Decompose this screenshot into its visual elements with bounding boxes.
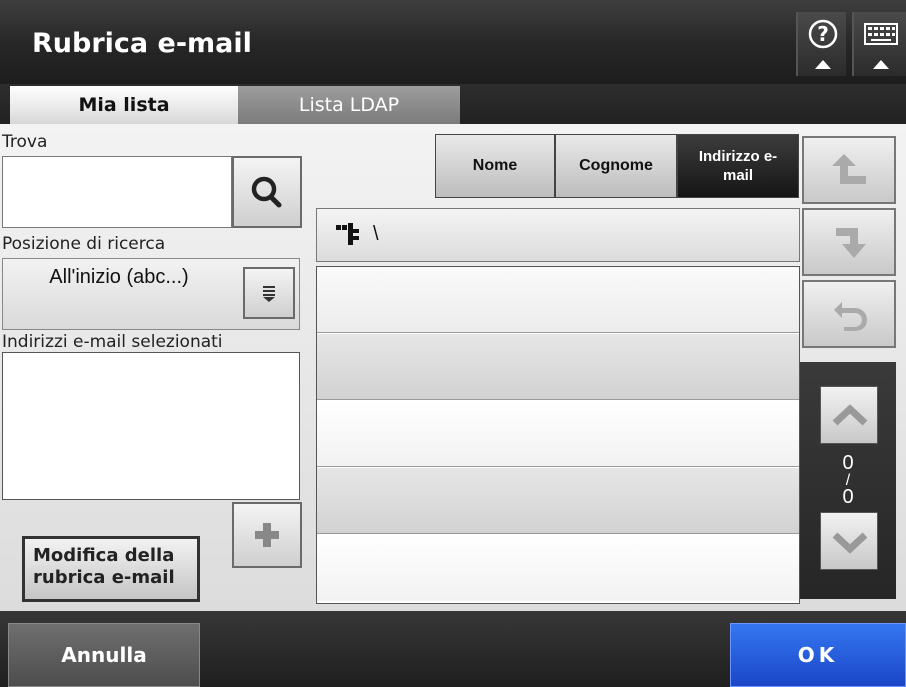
search-position-value: All'inizio (abc...) xyxy=(49,266,189,288)
folder-tree-icon xyxy=(336,223,359,245)
tab-ldap-list[interactable]: Lista LDAP xyxy=(238,86,460,124)
search-button[interactable] xyxy=(232,156,302,228)
list-item[interactable] xyxy=(317,401,799,467)
path-bar: \ xyxy=(316,208,800,262)
tab-strip: Mia lista Lista LDAP xyxy=(0,84,906,124)
page-down-button[interactable] xyxy=(820,512,878,570)
path-text: \ xyxy=(373,223,379,245)
search-icon xyxy=(251,176,282,208)
list-item[interactable] xyxy=(317,535,799,601)
undo-icon xyxy=(834,302,867,331)
dropdown-list-icon xyxy=(263,286,275,302)
pager: 0 / 0 xyxy=(800,362,896,599)
address-list xyxy=(316,266,800,604)
footer-bar: Annulla OK xyxy=(0,611,906,687)
selected-addresses-label: Indirizzi e-mail selezionati xyxy=(2,332,223,352)
sort-by-surname-button[interactable]: Cognome xyxy=(555,134,677,198)
undo-button[interactable] xyxy=(802,280,896,348)
add-address-button[interactable] xyxy=(232,502,302,568)
tab-my-list[interactable]: Mia lista xyxy=(10,86,238,124)
list-item[interactable] xyxy=(317,267,799,333)
chevron-down-icon xyxy=(832,532,868,554)
sort-by-email-button[interactable]: Indirizzo e-mail xyxy=(677,134,799,198)
list-item[interactable] xyxy=(317,334,799,400)
go-into-icon xyxy=(836,228,866,258)
search-position-label: Posizione di ricerca xyxy=(2,234,166,254)
keyboard-button[interactable] xyxy=(852,12,906,76)
go-into-button[interactable] xyxy=(802,208,896,276)
window-title: Rubrica e-mail xyxy=(32,28,252,59)
sort-by-name-button[interactable]: Nome xyxy=(435,134,555,198)
sort-by-email-label: Indirizzo e-mail xyxy=(698,148,778,184)
total-pages: 0 xyxy=(842,486,854,508)
edit-address-book-button[interactable]: Modifica della rubrica e-mail xyxy=(22,536,200,602)
find-label: Trova xyxy=(2,132,48,152)
keyboard-icon xyxy=(864,23,898,69)
svg-text:?: ? xyxy=(817,22,829,46)
help-icon: ? xyxy=(808,19,838,69)
chevron-up-icon xyxy=(832,404,868,426)
search-position-dropdown-button[interactable] xyxy=(243,267,295,319)
current-page: 0 xyxy=(842,452,854,474)
main-panel: Trova Posizione di ricerca All'inizio (a… xyxy=(0,124,906,611)
help-button[interactable]: ? xyxy=(796,12,846,76)
list-item[interactable] xyxy=(317,468,799,534)
cancel-button[interactable]: Annulla xyxy=(8,623,200,687)
go-up-level-button[interactable] xyxy=(802,136,896,204)
title-bar: Rubrica e-mail ? xyxy=(0,0,906,84)
page-up-button[interactable] xyxy=(820,386,878,444)
selected-addresses-list[interactable] xyxy=(2,352,300,500)
ok-button[interactable]: OK xyxy=(730,623,906,687)
find-input[interactable] xyxy=(2,156,232,228)
go-up-icon xyxy=(832,154,866,184)
search-position-select[interactable]: All'inizio (abc...) xyxy=(2,258,300,330)
plus-icon xyxy=(255,523,279,547)
